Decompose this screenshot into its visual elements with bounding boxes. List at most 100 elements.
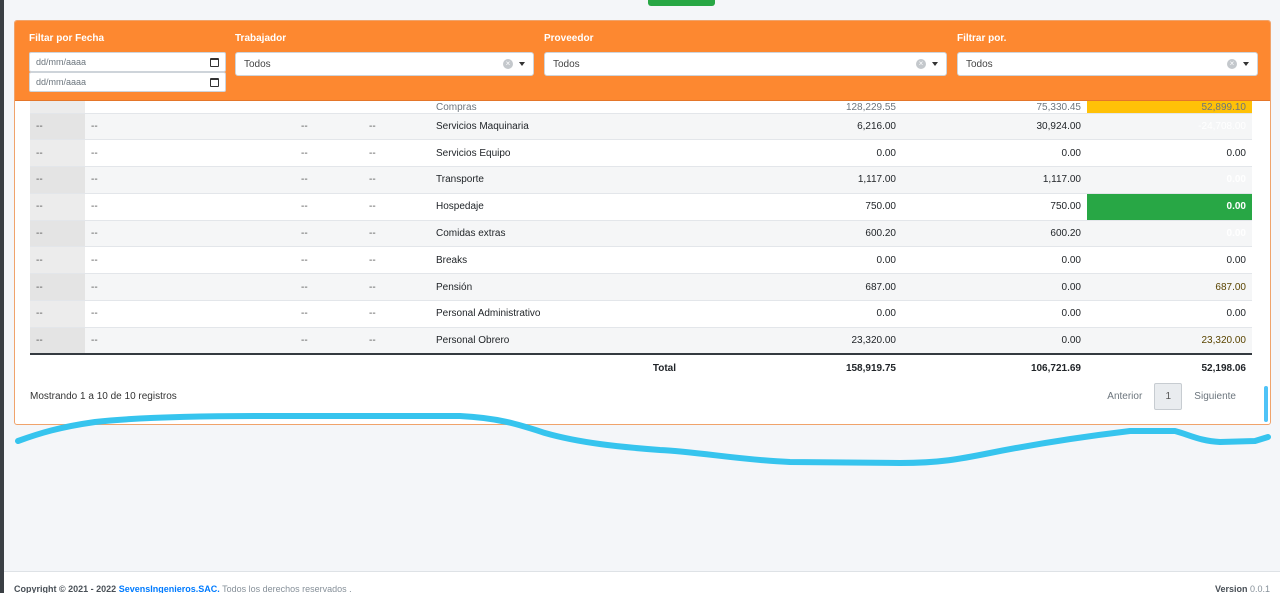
cell-col1: -- [30, 326, 85, 356]
row-concept: Servicios Maquinaria [430, 112, 682, 140]
cell-col4: -- [363, 326, 430, 356]
table-total-row: Total 158,919.75 106,721.69 52,198.06 [30, 354, 1252, 383]
report-card: Compras 128,229.55 75,330.45 52,899.10 -… [14, 20, 1271, 425]
date-from-input[interactable]: dd/mm/aaaa [29, 52, 226, 72]
cell-col2: -- [85, 192, 295, 221]
row-difference: 0.00 [1087, 139, 1252, 167]
provider-filter-label: Proveedor [544, 33, 594, 44]
date-to-input[interactable]: dd/mm/aaaa [29, 72, 226, 92]
pagination-next[interactable]: Siguiente [1190, 391, 1240, 402]
cell-col1: -- [30, 166, 85, 194]
row-value-2: 600.20 [902, 219, 1087, 247]
chevron-down-icon [1243, 62, 1249, 66]
clear-icon[interactable]: × [1227, 59, 1237, 69]
row-difference: 0.00 [1087, 246, 1252, 274]
report-table: Compras 128,229.55 75,330.45 52,899.10 -… [30, 101, 1252, 383]
row-value-2: 0.00 [902, 139, 1087, 167]
cell-col4: -- [363, 166, 430, 194]
cell-col3: -- [295, 300, 363, 328]
row-concept: Hospedaje [430, 192, 682, 221]
window-left-edge [0, 0, 4, 593]
table-row: -- -- -- -- Pensión 687.00 0.00 687.00 [30, 273, 1252, 301]
calendar-icon[interactable] [210, 57, 219, 67]
worker-filter-label: Trabajador [235, 33, 287, 44]
company-link[interactable]: SevensIngenieros.SAC. [119, 584, 220, 593]
cell-col2: -- [85, 300, 295, 328]
row-value-2: 0.00 [902, 246, 1087, 274]
pagination-page-1[interactable]: 1 [1154, 383, 1183, 410]
row-difference: -24,708.00 [1087, 112, 1252, 140]
top-green-button[interactable] [648, 0, 715, 6]
row-value-2: 0.00 [902, 273, 1087, 301]
row-value-2: 1,117.00 [902, 166, 1087, 194]
cell-col2: -- [85, 246, 295, 274]
row-value-2: 75,330.45 [1036, 101, 1082, 113]
cell-col1: -- [30, 192, 85, 221]
chevron-down-icon [932, 62, 938, 66]
clear-icon[interactable]: × [503, 59, 513, 69]
filter-by-select[interactable]: Todos × [957, 52, 1258, 76]
calendar-icon[interactable] [210, 77, 219, 87]
row-difference: 0.00 [1087, 166, 1252, 194]
cell-col1: -- [30, 246, 85, 274]
report-table-wrapper: Compras 128,229.55 75,330.45 52,899.10 -… [30, 101, 1252, 383]
filter-bar: Filtar por Fecha dd/mm/aaaa dd/mm/aaaa T… [15, 21, 1270, 101]
worker-select[interactable]: Todos × [235, 52, 534, 76]
cell-col4: -- [363, 112, 430, 140]
page-footer: Copyright © 2021 - 2022 SevensIngenieros… [4, 571, 1280, 593]
row-value-1: 0.00 [682, 246, 902, 274]
row-concept: Pensión [430, 273, 682, 301]
cell-col3: -- [295, 273, 363, 301]
row-concept: Personal Administrativo [430, 300, 682, 328]
copyright: Copyright © 2021 - 2022 SevensIngenieros… [14, 584, 352, 593]
chevron-down-icon [519, 62, 525, 66]
total-value-1: 158,919.75 [682, 354, 902, 383]
table-row: -- -- -- -- Transporte 1,117.00 1,117.00 0.00 [30, 166, 1252, 194]
cell-col3: -- [295, 112, 363, 140]
cell-col1: -- [30, 219, 85, 247]
row-value-1: 1,117.00 [682, 166, 902, 194]
row-concept: Comidas extras [430, 219, 682, 247]
cell-col1: -- [30, 300, 85, 328]
row-value-1: 128,229.55 [845, 101, 896, 113]
total-value-2: 106,721.69 [902, 354, 1087, 383]
table-info: Mostrando 1 a 10 de 10 registros [30, 391, 177, 402]
row-value-1: 750.00 [682, 192, 902, 221]
cell-col4: -- [363, 139, 430, 167]
row-concept: Transporte [430, 166, 682, 194]
cell-col2: -- [85, 139, 295, 167]
row-value-1: 0.00 [682, 139, 902, 167]
row-difference: 687.00 [1087, 273, 1252, 301]
cell-col2: -- [85, 219, 295, 247]
total-difference: 52,198.06 [1087, 354, 1252, 383]
card-scrollbar[interactable] [1264, 386, 1268, 422]
cell-col4: -- [363, 246, 430, 274]
row-difference: 0.00 [1087, 192, 1252, 221]
cell-col3: -- [295, 166, 363, 194]
row-difference: 52,899.10 [1087, 101, 1252, 113]
total-label: Total [430, 354, 682, 383]
cell-col4: -- [363, 219, 430, 247]
row-value-2: 750.00 [902, 192, 1087, 221]
cell-col1: -- [30, 139, 85, 167]
row-value-2: 0.00 [902, 300, 1087, 328]
provider-select[interactable]: Todos × [544, 52, 947, 76]
pagination-prev[interactable]: Anterior [1103, 391, 1146, 402]
cell-col3: -- [295, 192, 363, 221]
clear-icon[interactable]: × [916, 59, 926, 69]
cell-col3: -- [295, 219, 363, 247]
version: Version 0.0.1 [1214, 584, 1270, 593]
row-value-1: 600.20 [682, 219, 902, 247]
row-concept: Servicios Equipo [430, 139, 682, 167]
cell-col2: -- [85, 326, 295, 356]
row-value-2: 30,924.00 [902, 112, 1087, 140]
row-value-1: 23,320.00 [682, 326, 902, 356]
cell-col3: -- [295, 139, 363, 167]
row-difference: 0.00 [1087, 219, 1252, 247]
filter-by-label: Filtrar por. [957, 33, 1007, 44]
cell-col2: -- [85, 112, 295, 140]
table-row: -- -- -- -- Servicios Equipo 0.00 0.00 0.00 [30, 139, 1252, 167]
table-row: -- -- -- -- Comidas extras 600.20 600.20 0.00 [30, 219, 1252, 247]
row-concept: Breaks [430, 246, 682, 274]
cell-col1: -- [30, 273, 85, 301]
